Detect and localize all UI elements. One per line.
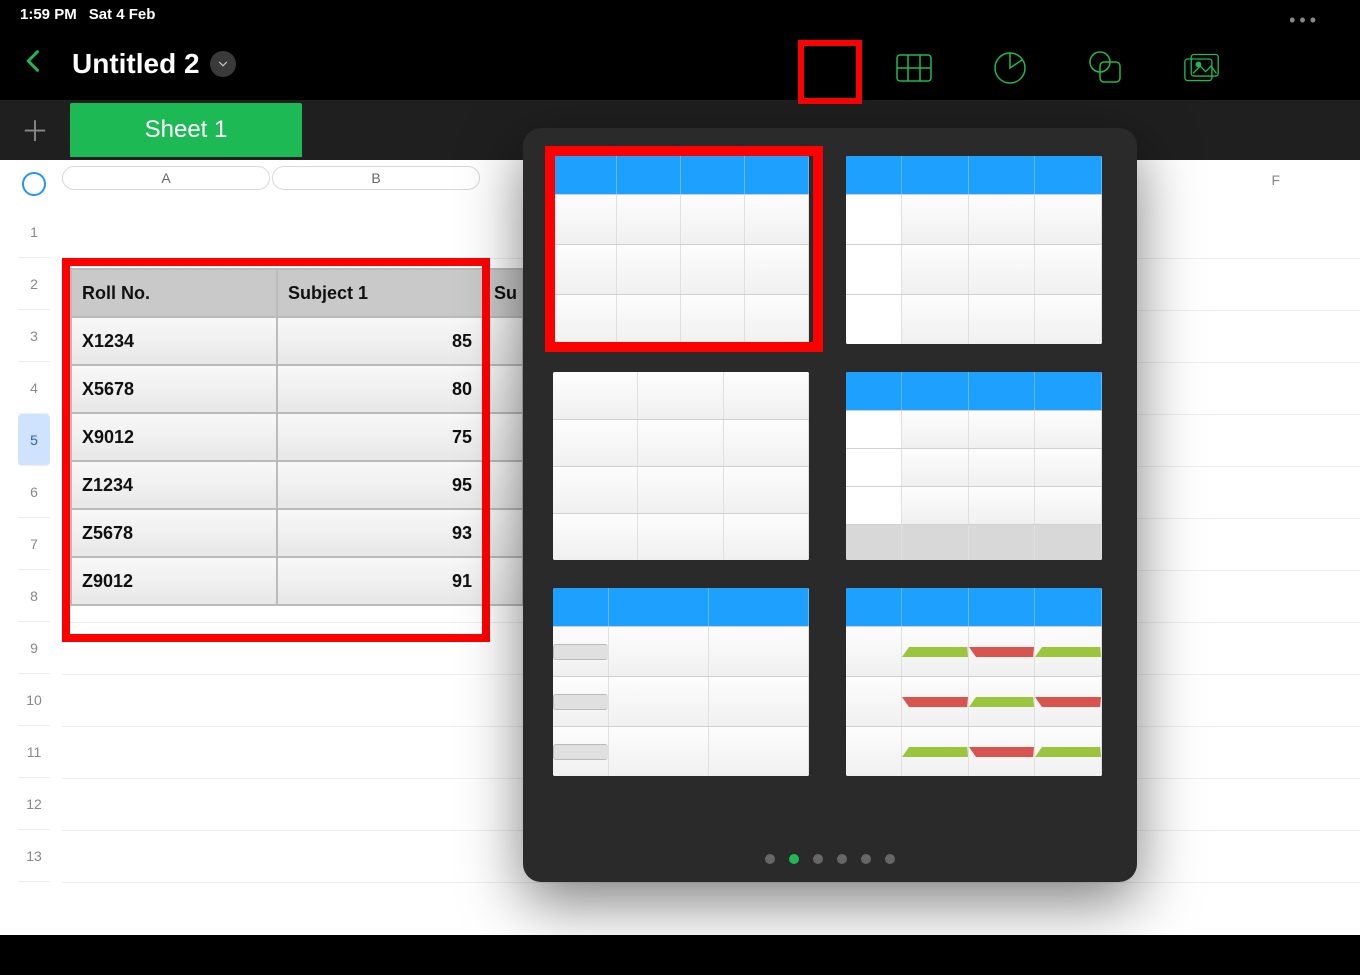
row-header-selected[interactable]: 5	[18, 414, 50, 466]
table-style-option[interactable]	[553, 372, 809, 560]
table-style-option[interactable]	[846, 372, 1102, 560]
row-headers: 1 2 3 4 5 6 7 8 9 10 11 12 13	[18, 206, 50, 882]
more-dots-icon[interactable]: •••	[1289, 10, 1320, 31]
table-style-option[interactable]	[846, 588, 1102, 776]
page-dot[interactable]	[765, 854, 775, 864]
row-header[interactable]: 6	[18, 466, 50, 518]
data-table[interactable]: Roll No. Subject 1 Su X1234 85 X5678 80 …	[70, 268, 524, 606]
back-button[interactable]	[20, 46, 48, 83]
table-cell[interactable]: Z9012	[71, 557, 277, 605]
table-cell[interactable]	[483, 461, 523, 509]
table-cell[interactable]	[483, 509, 523, 557]
table-cell[interactable]: 91	[277, 557, 483, 605]
table-header[interactable]: Subject 1	[277, 269, 483, 317]
cell-reference-handle[interactable]	[22, 172, 46, 196]
status-bar: 1:59 PM Sat 4 Feb	[0, 0, 1360, 28]
table-cell[interactable]	[483, 413, 523, 461]
page-dot[interactable]	[813, 854, 823, 864]
document-title[interactable]: Untitled 2	[72, 48, 200, 80]
column-header[interactable]: A	[62, 166, 270, 190]
row-header[interactable]: 12	[18, 778, 50, 830]
table-cell[interactable]: Z5678	[71, 509, 277, 557]
table-style-option[interactable]	[553, 588, 809, 776]
column-header[interactable]: B	[272, 166, 480, 190]
table-header[interactable]: Su	[483, 269, 523, 317]
page-dot[interactable]	[861, 854, 871, 864]
table-cell[interactable]: X5678	[71, 365, 277, 413]
shape-icon[interactable]	[1088, 50, 1124, 86]
toolbar	[896, 50, 1220, 86]
row-header[interactable]: 7	[18, 518, 50, 570]
sheet-tab-active[interactable]: Sheet 1	[70, 103, 302, 157]
add-sheet-button[interactable]: ＋	[0, 100, 70, 160]
table-styles-popover	[523, 128, 1137, 882]
table-cell[interactable]: X9012	[71, 413, 277, 461]
title-dropdown-icon[interactable]	[210, 51, 236, 77]
row-header[interactable]: 4	[18, 362, 50, 414]
table-cell[interactable]: 85	[277, 317, 483, 365]
page-dot[interactable]	[885, 854, 895, 864]
row-header[interactable]: 10	[18, 674, 50, 726]
media-icon[interactable]	[1184, 50, 1220, 86]
table-cell[interactable]: 93	[277, 509, 483, 557]
column-header[interactable]: F	[1271, 172, 1280, 188]
row-header[interactable]: 2	[18, 258, 50, 310]
table-cell[interactable]	[483, 365, 523, 413]
table-icon[interactable]	[896, 50, 932, 86]
table-cell[interactable]: X1234	[71, 317, 277, 365]
table-cell[interactable]: 95	[277, 461, 483, 509]
table-cell[interactable]: Z1234	[71, 461, 277, 509]
row-header[interactable]: 3	[18, 310, 50, 362]
table-cell[interactable]	[483, 557, 523, 605]
page-dot-active[interactable]	[789, 854, 799, 864]
table-header[interactable]: Roll No.	[71, 269, 277, 317]
row-header[interactable]: 13	[18, 830, 50, 882]
row-header[interactable]: 8	[18, 570, 50, 622]
table-cell[interactable]: 80	[277, 365, 483, 413]
table-style-option[interactable]	[553, 156, 809, 344]
row-header[interactable]: 1	[18, 206, 50, 258]
status-date: Sat 4 Feb	[89, 6, 156, 23]
table-cell[interactable]: 75	[277, 413, 483, 461]
page-dot[interactable]	[837, 854, 847, 864]
table-style-option[interactable]	[846, 156, 1102, 344]
column-headers: A B	[62, 166, 482, 190]
row-header[interactable]: 11	[18, 726, 50, 778]
chart-icon[interactable]	[992, 50, 1028, 86]
table-cell[interactable]	[483, 317, 523, 365]
popover-pagination	[523, 854, 1137, 864]
status-time: 1:59 PM	[20, 6, 77, 23]
row-header[interactable]: 9	[18, 622, 50, 674]
